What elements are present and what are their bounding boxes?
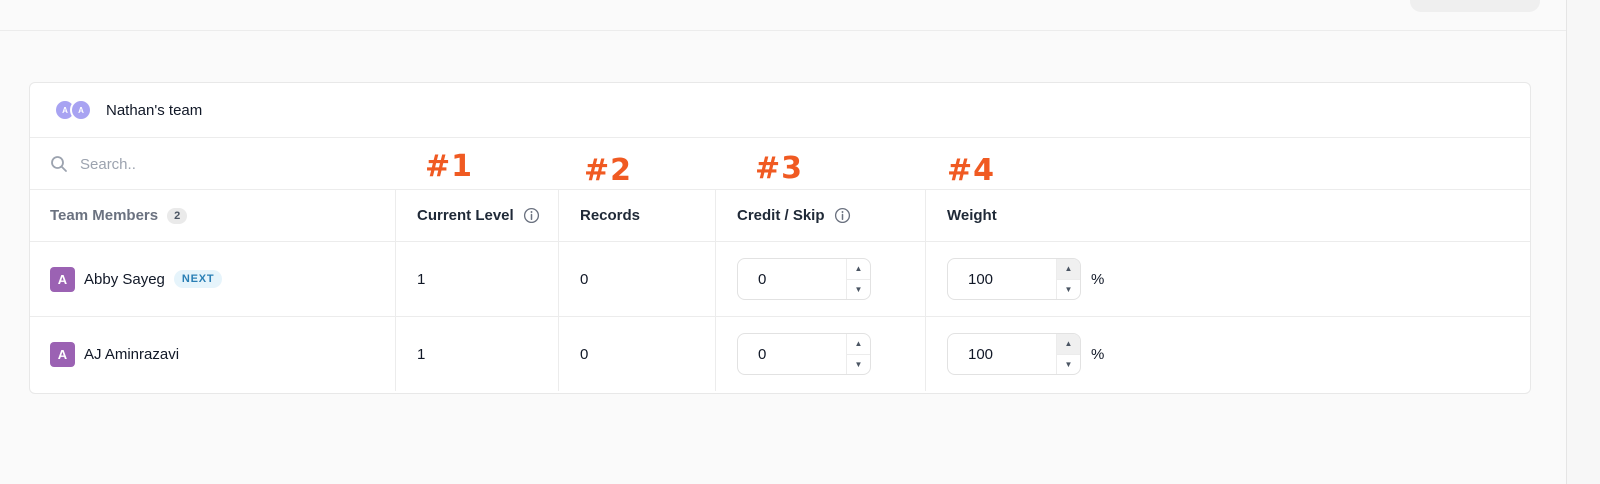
weight-stepper: ▲ ▼: [947, 258, 1081, 300]
header-label: Current Level: [417, 207, 514, 224]
credit-skip-cell: ▲ ▼: [716, 317, 926, 391]
weight-cell: ▲ ▼ %: [926, 317, 1530, 391]
search-input[interactable]: [80, 155, 380, 173]
members-table: Team Members 2 Current Level Records Cre…: [30, 189, 1530, 391]
credit-skip-cell: ▲ ▼: [716, 242, 926, 316]
weight-input[interactable]: [948, 334, 1056, 374]
table-header-row: Team Members 2 Current Level Records Cre…: [30, 189, 1530, 241]
table-row: A Abby Sayeg NEXT 1 0 ▲ ▼: [30, 241, 1530, 316]
info-icon[interactable]: [523, 207, 540, 224]
header-label: Credit / Skip: [737, 207, 825, 224]
credit-skip-stepper: ▲ ▼: [737, 333, 871, 375]
caret-up-icon[interactable]: ▲: [1057, 334, 1080, 355]
team-header: A A Nathan's team: [30, 83, 1530, 138]
info-icon[interactable]: [834, 207, 851, 224]
credit-skip-stepper: ▲ ▼: [737, 258, 871, 300]
caret-up-icon[interactable]: ▲: [847, 334, 870, 355]
avatar: A: [50, 266, 75, 292]
weight-unit: %: [1091, 270, 1105, 288]
caret-up-icon[interactable]: ▲: [847, 259, 870, 280]
weight-input[interactable]: [948, 259, 1056, 299]
records-value: 0: [580, 345, 589, 363]
right-gutter: [1567, 0, 1600, 484]
avatar: A: [50, 341, 75, 367]
credit-skip-input[interactable]: [738, 334, 846, 374]
current-level-cell: 1: [396, 242, 559, 316]
member-name: Abby Sayeg: [84, 270, 165, 288]
header-records[interactable]: Records: [559, 190, 716, 241]
caret-up-icon[interactable]: ▲: [1057, 259, 1080, 280]
header-label: Weight: [947, 207, 997, 224]
table-row: A AJ Aminrazavi 1 0 ▲ ▼: [30, 316, 1530, 391]
header-weight[interactable]: Weight: [926, 190, 1530, 241]
stepper-buttons: ▲ ▼: [1056, 259, 1080, 299]
current-level-value: 1: [417, 270, 426, 288]
member-cell: A Abby Sayeg NEXT: [30, 242, 396, 316]
weight-stepper: ▲ ▼: [947, 333, 1081, 375]
current-level-value: 1: [417, 345, 426, 363]
records-value: 0: [580, 270, 589, 288]
header-label: Records: [580, 207, 641, 224]
team-avatar: A: [70, 99, 92, 121]
credit-skip-input[interactable]: [738, 259, 846, 299]
annotation-label: #3: [755, 151, 804, 186]
weight-cell: ▲ ▼ %: [926, 242, 1530, 316]
annotation-label: #1: [425, 149, 474, 184]
member-cell: A AJ Aminrazavi: [30, 317, 396, 391]
current-level-cell: 1: [396, 317, 559, 391]
header-label: Team Members: [50, 207, 159, 224]
caret-down-icon[interactable]: ▼: [1057, 280, 1080, 300]
member-count-badge: 2: [167, 207, 188, 224]
caret-down-icon[interactable]: ▼: [847, 280, 870, 300]
weight-unit: %: [1091, 345, 1105, 363]
caret-down-icon[interactable]: ▼: [847, 355, 870, 375]
stepper-buttons: ▲ ▼: [846, 259, 870, 299]
header-team-members[interactable]: Team Members 2: [30, 190, 396, 241]
top-bar: [0, 0, 1566, 31]
top-bar-button[interactable]: [1410, 0, 1540, 12]
annotation-label: #2: [584, 153, 633, 188]
team-name: Nathan's team: [106, 101, 203, 119]
stepper-buttons: ▲ ▼: [846, 334, 870, 374]
caret-down-icon[interactable]: ▼: [1057, 355, 1080, 375]
member-name: AJ Aminrazavi: [84, 345, 180, 363]
records-cell: 0: [559, 317, 716, 391]
team-avatar-stack: A A: [54, 99, 96, 121]
stepper-buttons: ▲ ▼: [1056, 334, 1080, 374]
header-current-level[interactable]: Current Level: [396, 190, 559, 241]
annotation-label: #4: [947, 153, 996, 188]
search-icon: [51, 156, 67, 172]
header-credit-skip[interactable]: Credit / Skip: [716, 190, 926, 241]
records-cell: 0: [559, 242, 716, 316]
next-badge: NEXT: [173, 270, 223, 288]
team-card: A A Nathan's team #1 #2 #3 #4 Team Membe…: [29, 82, 1531, 394]
